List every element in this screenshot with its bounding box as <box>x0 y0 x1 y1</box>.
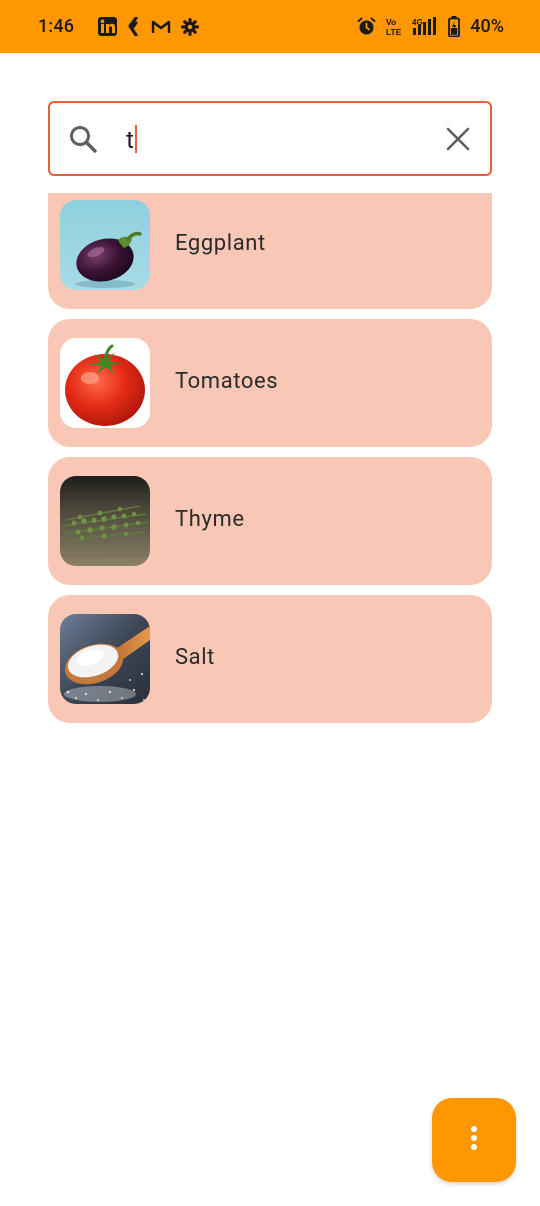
list-item-tomatoes[interactable]: Tomatoes <box>48 319 492 447</box>
text-caret <box>134 125 137 153</box>
k-app-icon <box>127 17 141 36</box>
close-icon[interactable] <box>446 127 470 155</box>
search-input[interactable]: t <box>48 101 492 176</box>
volte-icon: Vo LTE <box>386 17 402 37</box>
status-right: Vo LTE 4G 40% <box>357 16 504 37</box>
search-icon <box>68 124 98 158</box>
svg-text:4G: 4G <box>412 18 423 27</box>
list-item-label: Thyme <box>175 507 245 532</box>
svg-text:Vo: Vo <box>386 17 396 27</box>
list-item-thyme[interactable]: Thyme <box>48 457 492 585</box>
list-item-label: Tomatoes <box>175 369 279 394</box>
more-vertical-icon <box>470 1125 478 1155</box>
battery-percent: 40% <box>470 16 504 37</box>
status-bar: 1:46 Vo LTE 4G 40% <box>0 0 540 53</box>
status-time: 1:46 <box>38 16 75 37</box>
battery-icon <box>448 16 461 37</box>
list-item-salt[interactable]: Salt <box>48 595 492 723</box>
status-left: 1:46 <box>38 16 200 37</box>
gmail-icon <box>151 19 171 35</box>
list-item-eggplant[interactable]: Eggplant <box>48 193 492 309</box>
list-item-label: Salt <box>175 645 215 670</box>
tomato-image <box>60 338 150 428</box>
salt-image <box>60 614 150 704</box>
alarm-icon <box>357 17 376 36</box>
search-text: t <box>126 126 134 154</box>
search-input-value[interactable]: t <box>126 125 137 154</box>
thyme-image <box>60 476 150 566</box>
eggplant-image <box>60 200 150 290</box>
more-options-button[interactable] <box>432 1098 516 1182</box>
svg-text:LTE: LTE <box>386 27 402 37</box>
settings-gear-icon <box>181 17 200 36</box>
linkedin-icon <box>98 17 118 36</box>
list-item-label: Eggplant <box>175 231 266 256</box>
4g-signal-icon: 4G <box>412 16 438 37</box>
